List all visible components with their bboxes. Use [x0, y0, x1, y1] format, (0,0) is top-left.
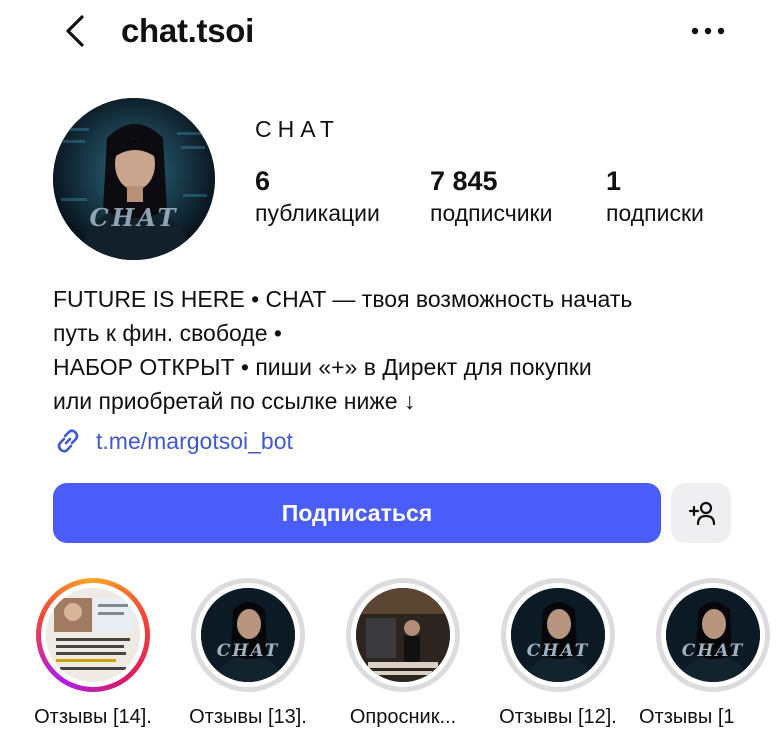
bio-line: FUTURE IS HERE • CHAT — твоя возможность…	[53, 286, 633, 312]
followers-stat[interactable]: 7 845 подписчики	[430, 164, 552, 228]
profile-bio: FUTURE IS HERE • CHAT — твоя возможность…	[53, 282, 753, 418]
back-arrow-icon[interactable]	[60, 14, 92, 48]
following-count: 1	[606, 166, 622, 196]
svg-text:CHAT: CHAT	[217, 641, 280, 661]
bio-line: путь к фин. свободе •	[53, 320, 282, 346]
followers-label: подписчики	[430, 200, 553, 226]
more-options-icon[interactable]	[690, 26, 726, 36]
highlight-chat-logo: CHAT	[511, 588, 605, 682]
suggest-accounts-button[interactable]	[671, 483, 731, 543]
avatar-image: CHAT	[53, 98, 215, 260]
highlight-ring[interactable]	[346, 578, 460, 692]
highlight-ring[interactable]	[36, 578, 150, 692]
highlight-label: Опросник...	[349, 706, 457, 728]
bio-line: или приобретай по ссылке ниже ↓	[53, 388, 416, 414]
profile-avatar[interactable]: CHAT	[53, 98, 215, 260]
followers-count: 7 845	[430, 166, 498, 196]
following-stat[interactable]: 1 подписки	[606, 164, 704, 228]
link-icon	[57, 429, 79, 453]
highlight-ring[interactable]: CHAT	[656, 578, 770, 692]
highlight-ring[interactable]: CHAT	[501, 578, 615, 692]
bio-line: НАБОР ОТКРЫТ • пиши «+» в Директ для пок…	[53, 354, 592, 380]
posts-count: 6	[255, 166, 271, 196]
svg-text:CHAT: CHAT	[682, 641, 745, 661]
highlight-chat-logo: CHAT	[201, 588, 295, 682]
follow-button[interactable]: Подписаться	[53, 483, 661, 543]
avatar-watermark: CHAT	[90, 203, 179, 232]
highlight-reviews-photo	[46, 588, 140, 682]
profile-link[interactable]: t.me/margotsoi_bot	[53, 424, 293, 458]
highlight-label: Отзывы [14].	[34, 706, 152, 728]
highlight-ring[interactable]: CHAT	[191, 578, 305, 692]
highlight-chat-logo: CHAT	[666, 588, 760, 682]
profile-page: chat.tsoi CHAT CHAT 6 публикации 7 845 п…	[0, 0, 784, 751]
following-label: подписки	[606, 200, 704, 226]
posts-label: публикации	[255, 200, 380, 226]
highlight-questionnaire-photo	[356, 588, 450, 682]
highlight-label: Отзывы [13].	[189, 706, 307, 728]
profile-username: chat.tsoi	[121, 12, 254, 49]
posts-stat: 6 публикации	[255, 164, 380, 228]
profile-link-text[interactable]: t.me/margotsoi_bot	[96, 428, 293, 455]
svg-text:CHAT: CHAT	[527, 641, 590, 661]
profile-display-name: CHAT	[255, 116, 340, 142]
highlight-label: Отзывы [12].	[499, 706, 617, 728]
add-person-icon	[688, 501, 716, 526]
highlight-label: Отзывы [1	[639, 706, 735, 728]
